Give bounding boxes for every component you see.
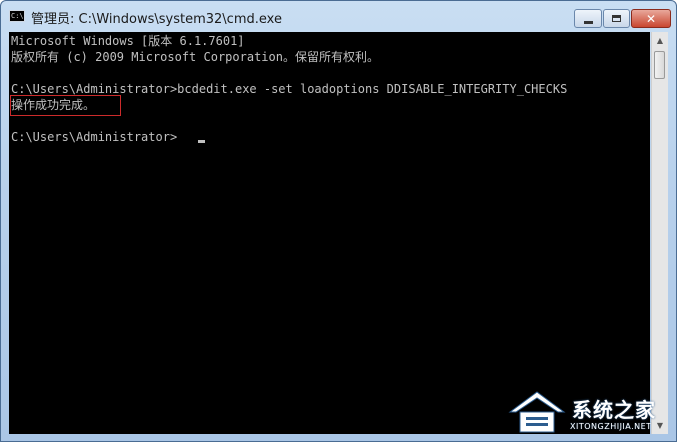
result-highlight-box	[10, 95, 121, 116]
minimize-icon	[583, 20, 593, 24]
site-watermark: 系统之家 XITONGZHIJIA.NET	[508, 388, 673, 438]
cmd-window: C:\ 管理员: C:\Windows\system32\cmd.exe ✕ M…	[0, 0, 677, 442]
console-output[interactable]: Microsoft Windows [版本 6.1.7601] 版权所有 (c)…	[9, 32, 650, 434]
cmd-app-icon[interactable]: C:\	[9, 10, 25, 22]
console-line-copyright: 版权所有 (c) 2009 Microsoft Corporation。保留所有…	[11, 50, 379, 64]
minimize-button[interactable]	[574, 9, 602, 28]
watermark-title: 系统之家	[572, 398, 656, 422]
watermark-url: XITONGZHIJIA.NET	[570, 422, 652, 431]
maximize-icon	[612, 15, 621, 22]
vertical-scrollbar[interactable]: ▲ ▼	[651, 32, 668, 434]
console-line-version: Microsoft Windows [版本 6.1.7601]	[11, 34, 245, 48]
window-title: 管理员: C:\Windows\system32\cmd.exe	[31, 12, 282, 27]
close-button[interactable]: ✕	[631, 9, 671, 28]
close-icon: ✕	[645, 11, 657, 26]
title-bar[interactable]: C:\ 管理员: C:\Windows\system32\cmd.exe ✕	[1, 1, 676, 31]
text-cursor	[198, 140, 205, 143]
console-line-prompt: C:\Users\Administrator>	[11, 130, 178, 144]
scroll-up-arrow-icon[interactable]: ▲	[652, 32, 668, 49]
house-logo-icon	[508, 391, 566, 433]
maximize-button[interactable]	[603, 9, 630, 28]
scrollbar-thumb[interactable]	[654, 51, 665, 79]
